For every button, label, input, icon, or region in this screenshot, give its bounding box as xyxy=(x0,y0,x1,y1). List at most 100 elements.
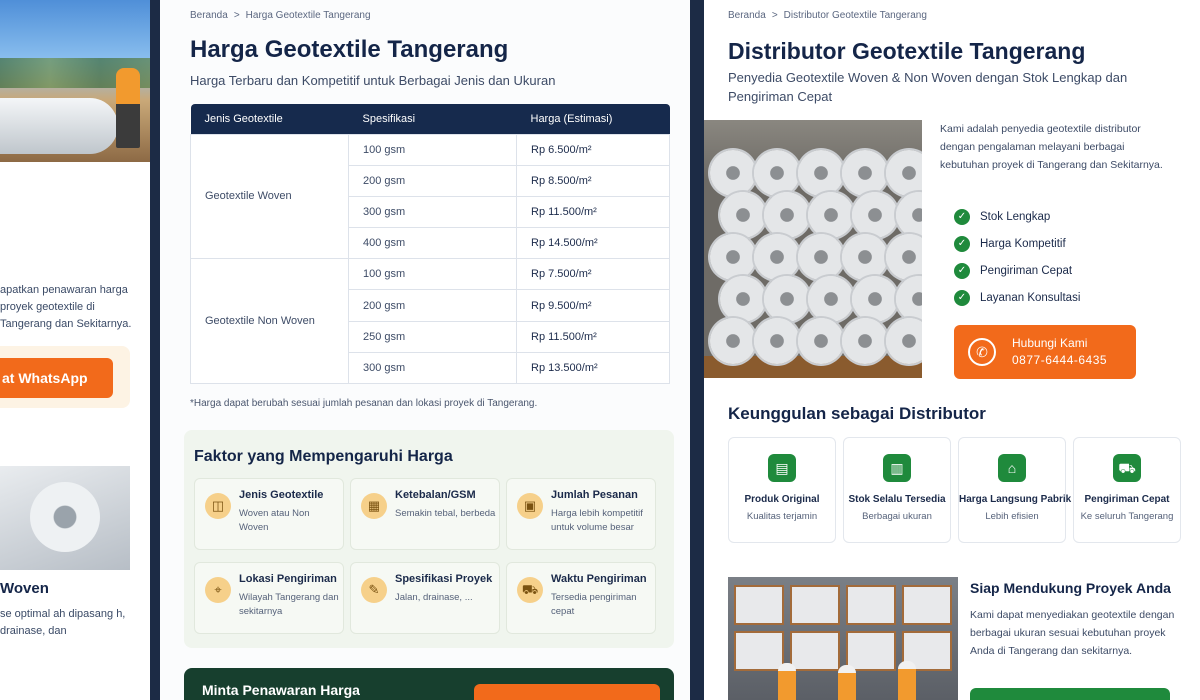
factor-title: Ketebalan/GSM xyxy=(395,489,476,501)
worker-figure xyxy=(778,663,796,700)
page-title: Harga Geotextile Tangerang xyxy=(190,36,509,63)
left-section-desc: se optimal ah dipasang h, drainase, dan xyxy=(0,608,126,637)
rack-graphic xyxy=(790,631,840,671)
whatsapp-button[interactable]: at WhatsApp xyxy=(0,358,113,398)
spec-cell: 400 gsm xyxy=(348,227,517,260)
roll-graphic xyxy=(798,150,844,196)
price-cell: Rp 11.500/m² xyxy=(516,320,670,353)
roll-graphic xyxy=(720,276,766,322)
feature-label: Layanan Konsultasi xyxy=(980,292,1081,305)
price-note: *Harga dapat berubah sesuai jumlah pesan… xyxy=(190,398,538,409)
worker-figure xyxy=(838,665,856,700)
factor-desc: Jalan, drainase, ... xyxy=(395,592,473,603)
price-cell: Rp 14.500/m² xyxy=(516,227,670,260)
product-box-icon: ▤ xyxy=(768,454,796,482)
factor-desc: Wilayah Tangerang dan sekitarnya xyxy=(239,592,339,617)
price-cell: Rp 8.500/m² xyxy=(516,164,670,197)
factor-title: Jumlah Pesanan xyxy=(551,489,638,501)
roll-graphic xyxy=(764,276,810,322)
factor-card: ⛟ Waktu Pengiriman Tersedia pengiriman cep… xyxy=(506,562,656,634)
check-icon: ✓ xyxy=(954,236,970,252)
feature-check-item: ✓ Pengiriman Cepat xyxy=(954,263,1072,281)
ready-cta-button[interactable] xyxy=(970,688,1170,700)
advantage-title: Pengiriman Cepat xyxy=(1084,494,1170,505)
geotextile-rolls-photo xyxy=(704,120,922,378)
advantage-card: ⌂ Harga Langsung Pabrik Lebih efisien xyxy=(958,437,1071,543)
rack-graphic xyxy=(846,585,896,625)
whatsapp-icon: ✆ xyxy=(968,338,996,366)
price-page-panel: Beranda > Harga Geotextile Tangerang Harga… xyxy=(160,0,690,700)
factor-desc: Tersedia pengiriman cepat xyxy=(551,592,637,617)
warehouse-photo xyxy=(728,577,958,700)
roll-graphic xyxy=(842,318,888,364)
advantage-card: ▤ Produk Original Kualitas terjamin xyxy=(728,437,836,543)
delivery-truck-icon: ⛟ xyxy=(1113,454,1141,482)
price-table: Jenis Geotextile Spesifikasi Harga (Esti… xyxy=(190,104,670,385)
ruler-icon: ▦ xyxy=(361,493,387,519)
type-cell: Geotextile Non Woven xyxy=(190,258,349,384)
breadcrumb-separator: > xyxy=(771,10,778,21)
table-header-price: Harga (Estimasi) xyxy=(516,104,670,134)
breadcrumb-home-link[interactable]: Beranda xyxy=(190,10,228,21)
advantage-title: Produk Original xyxy=(744,494,820,505)
breadcrumb-current: Distributor Geotextile Tangerang xyxy=(783,10,927,21)
roll-graphic xyxy=(808,192,854,238)
roll-graphic xyxy=(896,276,922,322)
price-cell: Rp 13.500/m² xyxy=(516,351,670,385)
about-text: Kami adalah penyedia geotextile distribu… xyxy=(940,123,1163,171)
table-row: Geotextile Woven 100 gsm Rp 6.500/m² xyxy=(190,133,670,260)
factor-card: ◫ Jenis Geotextile Woven atau Non Woven xyxy=(194,478,344,550)
worker-figure xyxy=(898,661,916,700)
ready-desc: Kami dapat menyediakan geotextile dengan… xyxy=(970,609,1175,657)
roll-graphic xyxy=(710,150,756,196)
geotextile-roll-photo xyxy=(0,466,130,570)
feature-check-item: ✓ Layanan Konsultasi xyxy=(954,290,1080,308)
roll-graphic xyxy=(754,234,800,280)
left-section-title: Woven xyxy=(0,580,49,597)
rack-graphic xyxy=(790,585,840,625)
roll-graphic xyxy=(842,234,888,280)
page-title: Distributor Geotextile Tangerang xyxy=(728,38,1086,64)
breadcrumb: Beranda > Harga Geotextile Tangerang xyxy=(190,10,371,21)
spec-cell: 200 gsm xyxy=(348,164,517,197)
left-intro-text: apatkan penawaran harga proyek geotextil… xyxy=(0,284,132,330)
table-header-type: Jenis Geotextile xyxy=(190,104,349,134)
roll-graphic xyxy=(852,192,898,238)
breadcrumb-home-link[interactable]: Beranda xyxy=(728,10,766,21)
roll-graphic xyxy=(754,318,800,364)
type-cell: Geotextile Woven xyxy=(190,133,349,260)
quote-cta-button[interactable] xyxy=(474,684,660,700)
rack-graphic xyxy=(902,585,952,625)
advantage-title: Stok Selalu Tersedia xyxy=(848,494,946,505)
construction-site-photo xyxy=(0,0,150,162)
advantage-desc: Berbagai ukuran xyxy=(862,511,932,522)
factor-desc: Woven atau Non Woven xyxy=(239,508,310,533)
distributor-page-panel: Beranda > Distributor Geotextile Tangerang… xyxy=(704,0,1200,700)
worker-figure xyxy=(116,68,140,148)
factory-icon: ⌂ xyxy=(998,454,1026,482)
quote-cta-text: Minta Penawaran Harga xyxy=(202,682,360,698)
roll-graphic xyxy=(886,150,922,196)
feature-label: Harga Kompetitif xyxy=(980,238,1066,251)
check-icon: ✓ xyxy=(954,290,970,306)
left-page-panel: apatkan penawaran harga proyek geotextil… xyxy=(0,0,150,700)
contact-whatsapp-button[interactable]: ✆ Hubungi Kami 0877-6444-6435 xyxy=(954,325,1136,379)
check-icon: ✓ xyxy=(954,263,970,279)
factor-card: ⌖ Lokasi Pengiriman Wilayah Tangerang dan … xyxy=(194,562,344,634)
advantage-card: ⛟ Pengiriman Cepat Ke seluruh Tangerang xyxy=(1073,437,1181,543)
table-row: Geotextile Non Woven 100 gsm Rp 7.500/m² xyxy=(190,258,670,384)
ready-title: Siap Mendukung Proyek Anda xyxy=(970,580,1171,596)
roll-graphic xyxy=(720,192,766,238)
roll-graphic xyxy=(764,192,810,238)
spec-cell: 100 gsm xyxy=(348,133,517,166)
factors-title: Faktor yang Mempengaruhi Harga xyxy=(194,448,453,465)
factor-desc: Semakin tebal, berbeda xyxy=(395,508,496,519)
feature-label: Pengiriman Cepat xyxy=(980,265,1073,278)
contact-number: 0877-6444-6435 xyxy=(1012,353,1108,367)
price-cell: Rp 9.500/m² xyxy=(516,289,670,322)
advantage-card: ▥ Stok Selalu Tersedia Berbagai ukuran xyxy=(843,437,951,543)
price-cell: Rp 11.500/m² xyxy=(516,195,670,229)
feature-check-item: ✓ Stok Lengkap xyxy=(954,209,1050,227)
roll-graphic xyxy=(710,234,756,280)
roll-graphic xyxy=(896,192,922,238)
